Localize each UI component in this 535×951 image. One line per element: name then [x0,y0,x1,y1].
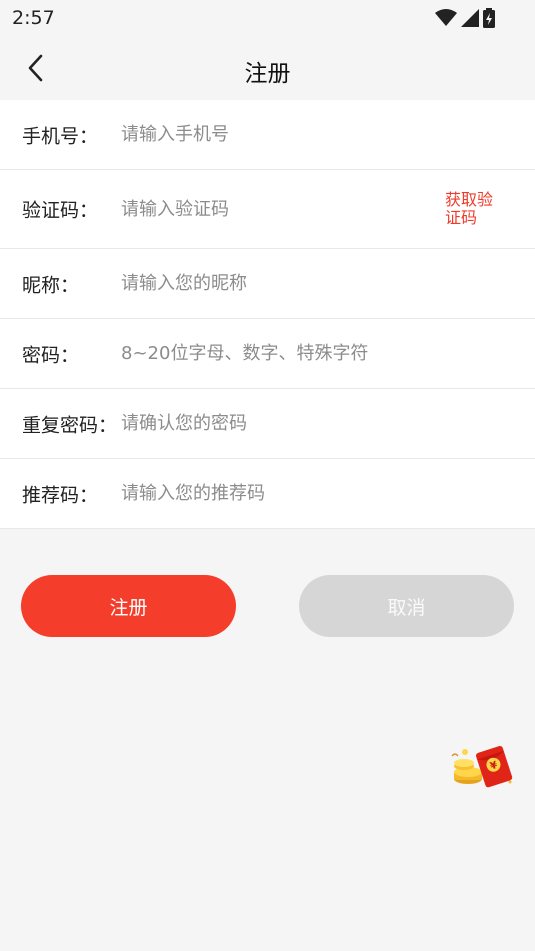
referral-label: 推荐码： [22,484,99,506]
nickname-label: 昵称： [22,274,80,296]
page-title: 注册 [244,61,291,87]
nav-bar: 注册 [0,36,535,100]
password-row: 密码： [0,319,535,389]
red-packet-icon[interactable]: ¥ [446,742,518,792]
code-row: 验证码： 获取验证码 [0,170,535,249]
wifi-icon [435,9,457,26]
code-input[interactable] [121,191,421,227]
cancel-button[interactable]: 取消 [299,575,514,637]
battery-icon [483,8,495,28]
confirm-password-row: 重复密码： [0,389,535,459]
phone-row: 手机号： [0,100,535,170]
phone-input[interactable] [121,116,421,153]
nickname-input[interactable] [121,265,421,302]
confirm-password-label: 重复密码： [22,414,118,436]
status-bar: 2:57 [0,0,535,36]
register-button[interactable]: 注册 [21,575,236,637]
nickname-row: 昵称： [0,249,535,319]
confirm-password-input[interactable] [121,405,421,442]
code-label: 验证码： [22,199,99,222]
referral-row: 推荐码： [0,459,535,529]
referral-input[interactable] [121,475,421,512]
status-icons [435,8,495,28]
password-label: 密码： [22,344,80,366]
register-form: 手机号： 验证码： 获取验证码 昵称： 密码： 重复密码： 推荐码： [0,100,535,529]
get-code-button[interactable]: 获取验证码 [445,191,505,227]
status-time: 2:57 [12,7,55,29]
signal-icon [461,9,479,27]
password-input[interactable] [121,335,421,372]
phone-label: 手机号： [22,125,99,147]
